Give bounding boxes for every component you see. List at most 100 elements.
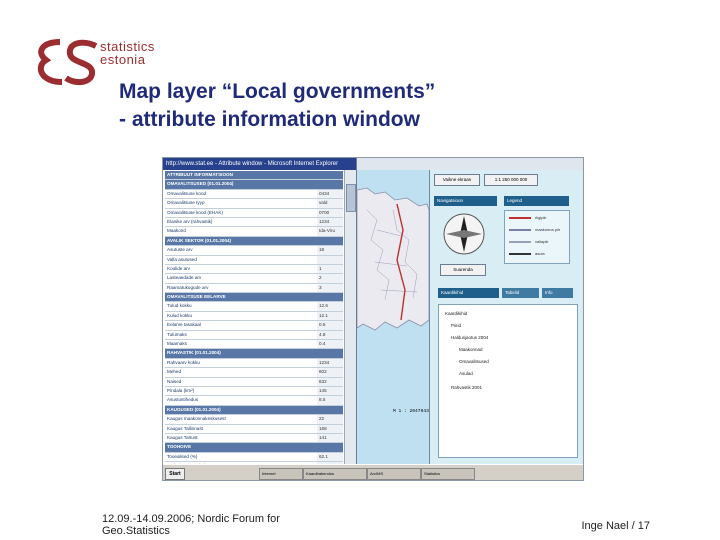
app-screenshot: http://www.stat.ee - Attribute window - … bbox=[162, 157, 584, 481]
attribute-window-scrollbar[interactable] bbox=[344, 170, 356, 464]
taskbar-item-3[interactable]: ArcIMS bbox=[367, 468, 421, 480]
tree-item-population-2001[interactable]: Rahvastik 2001 bbox=[451, 385, 482, 390]
attribute-row: Omavalitsuse kood (EHAK) 0700 bbox=[165, 208, 343, 218]
attribute-row: KAUGUSED (01.01.2004) bbox=[165, 405, 343, 416]
attribute-key: OMAVALITSUSED (01.01.2004) bbox=[167, 181, 234, 187]
attribute-row: Kaugus Tartust 141 bbox=[165, 433, 343, 444]
attribute-value: 62.1 bbox=[317, 452, 343, 462]
attribute-value: 602 bbox=[317, 368, 343, 377]
legend-label-4: asula bbox=[535, 251, 545, 256]
attribute-value bbox=[317, 443, 343, 452]
attribute-key: Tulud kokku bbox=[167, 303, 192, 309]
attribute-value bbox=[317, 349, 343, 358]
attribute-row: Eelarve tasakaal 0.5 bbox=[165, 321, 343, 331]
attribute-key: Maakond bbox=[167, 228, 186, 234]
attribute-key: Lasteaedade arv bbox=[167, 275, 202, 281]
navigation-header: Navigatsioon bbox=[434, 196, 497, 206]
attribute-row: Kaugus maakonnakeskusest 22 bbox=[165, 415, 343, 425]
attribute-key: Asutuste arv bbox=[167, 247, 193, 253]
scrollbar-thumb[interactable] bbox=[346, 184, 356, 212]
taskbar-item-1[interactable]: Internet bbox=[259, 468, 303, 480]
attribute-key: Tooealised (%) bbox=[167, 453, 198, 459]
attribute-row: AVALIK SEKTOR (01.01.2004) bbox=[165, 236, 343, 247]
attribute-value: 1 bbox=[317, 264, 343, 274]
attribute-row: Omavalitsuse kood 0434 bbox=[165, 189, 343, 200]
tree-item-layers[interactable]: Kaardikihid bbox=[445, 311, 467, 316]
tree-item-borders[interactable]: Piirid bbox=[451, 323, 461, 328]
attribute-value bbox=[317, 405, 343, 415]
attribute-row: Mehed 602 bbox=[165, 368, 343, 378]
attribute-key: RAHVASTIK (01.01.2004) bbox=[167, 350, 221, 356]
attribute-value: 12.1 bbox=[317, 311, 343, 321]
taskbar-item-2[interactable]: Kaardirakendus bbox=[303, 468, 367, 480]
tab-info[interactable]: Info bbox=[542, 288, 573, 298]
attribute-row: Kaugus Tallinnast 168 bbox=[165, 424, 343, 434]
tree-item-local-governments[interactable]: Omavalitsused bbox=[459, 359, 489, 364]
scale-select[interactable]: 1:1 250 000 000 bbox=[484, 174, 538, 186]
attribute-value bbox=[317, 236, 343, 246]
attribute-value: 18 bbox=[317, 246, 343, 255]
attribute-row: Rahvaarv kokku 1234 bbox=[165, 358, 343, 369]
legend-label-2: maakonna piir bbox=[535, 227, 561, 232]
attribute-key: Kaugus Tallinnast bbox=[167, 425, 203, 431]
attribute-row: TOOHOIVE bbox=[165, 443, 343, 453]
attribute-key: Omavalitsuse kood (EHAK) bbox=[167, 209, 223, 215]
attribute-table: ATTRIBUUT INFORMATSIOON OMAVALITSUSED (01… bbox=[165, 171, 343, 464]
attribute-value: 12.6 bbox=[317, 302, 343, 311]
attribute-value: 22 bbox=[317, 415, 343, 424]
legend-header: Legend bbox=[504, 196, 569, 206]
zoom-button[interactable]: Suurenda bbox=[440, 264, 486, 276]
attribute-row: Asutuste arv 18 bbox=[165, 246, 343, 256]
attribute-key: Elanike arv (rahvastik) bbox=[167, 218, 213, 224]
footer-event-line-2: Geo.Statistics bbox=[102, 525, 170, 537]
attribute-value bbox=[317, 171, 343, 180]
tree-item-counties[interactable]: Maakonnad bbox=[459, 347, 483, 352]
tree-item-settlements[interactable]: Asulad bbox=[459, 371, 473, 376]
start-button[interactable]: Start bbox=[165, 468, 185, 480]
attribute-value: 4.8 bbox=[317, 330, 343, 339]
legend-swatch-4 bbox=[509, 253, 531, 255]
taskbar-item-4[interactable]: Statistics bbox=[421, 468, 475, 480]
attribute-row: Kulud kokku 12.1 bbox=[165, 311, 343, 322]
attribute-key: Kaugus maakonnakeskusest bbox=[167, 416, 226, 422]
attribute-key: ATTRIBUUT INFORMATSIOON bbox=[167, 172, 233, 177]
windows-taskbar: Start Internet Kaardirakendus ArcIMS Sta… bbox=[163, 464, 583, 480]
attribute-key: Omavalitsuse kood bbox=[167, 190, 207, 196]
attribute-key: Maamaks bbox=[167, 341, 187, 347]
attribute-value: vald bbox=[317, 199, 343, 208]
view-button[interactable]: Vaikne ekraan bbox=[434, 174, 480, 186]
attribute-value: 632 bbox=[317, 377, 343, 386]
logo-line-2: estonia bbox=[100, 52, 146, 67]
attribute-row: Maakond Ida-Viru bbox=[165, 227, 343, 237]
scale-readout: M 1 : 2047043 bbox=[393, 409, 429, 414]
map-view[interactable] bbox=[357, 170, 429, 464]
tab-tables[interactable]: Tabelid bbox=[502, 288, 539, 298]
attribute-value: 168 bbox=[317, 424, 343, 433]
attribute-value: 2 bbox=[317, 274, 343, 283]
attribute-row: Elanike arv (rahvastik) 1234 bbox=[165, 217, 343, 228]
attribute-row: Tulumaks 4.8 bbox=[165, 330, 343, 341]
tab-layers[interactable]: Kaardikihid bbox=[438, 288, 499, 298]
attribute-window: http://www.stat.ee - Attribute window - … bbox=[163, 158, 357, 464]
attribute-key: Mehed bbox=[167, 369, 182, 375]
legend-swatch-2 bbox=[509, 229, 531, 231]
attribute-key: Raamatukogude arv bbox=[167, 284, 209, 290]
tree-item-admin-2004[interactable]: Haldusjaotus 2004 bbox=[451, 335, 488, 340]
attribute-key: Naised bbox=[167, 378, 182, 384]
compass-icon[interactable] bbox=[440, 210, 488, 258]
slide-title-line-1: Map layer “Local governments” bbox=[119, 80, 436, 103]
attribute-value: 8.5 bbox=[317, 396, 343, 405]
attribute-value: 0434 bbox=[317, 189, 343, 199]
attribute-row: Asustustihedus 8.5 bbox=[165, 396, 343, 406]
attribute-key: Pindala (km²) bbox=[167, 387, 195, 393]
legend-box: riigipiir maakonna piir vallapiir asula bbox=[504, 210, 570, 264]
attribute-row: OMAVALITSUSE EELARVE bbox=[165, 293, 343, 303]
layer-tree: Kaardikihid Piirid Haldusjaotus 2004 Maa… bbox=[438, 304, 578, 458]
control-panel: Vaikne ekraan 1:1 250 000 000 Navigatsio… bbox=[429, 170, 582, 464]
attribute-key: Eelarve tasakaal bbox=[167, 322, 201, 328]
attribute-value: 1234 bbox=[317, 217, 343, 227]
attribute-value: 1234 bbox=[317, 358, 343, 368]
attribute-value: Ida-Viru bbox=[317, 227, 343, 236]
attribute-key: Omavalitsuse tyyp bbox=[167, 200, 205, 206]
slide-title-line-2: - attribute information window bbox=[119, 108, 420, 131]
